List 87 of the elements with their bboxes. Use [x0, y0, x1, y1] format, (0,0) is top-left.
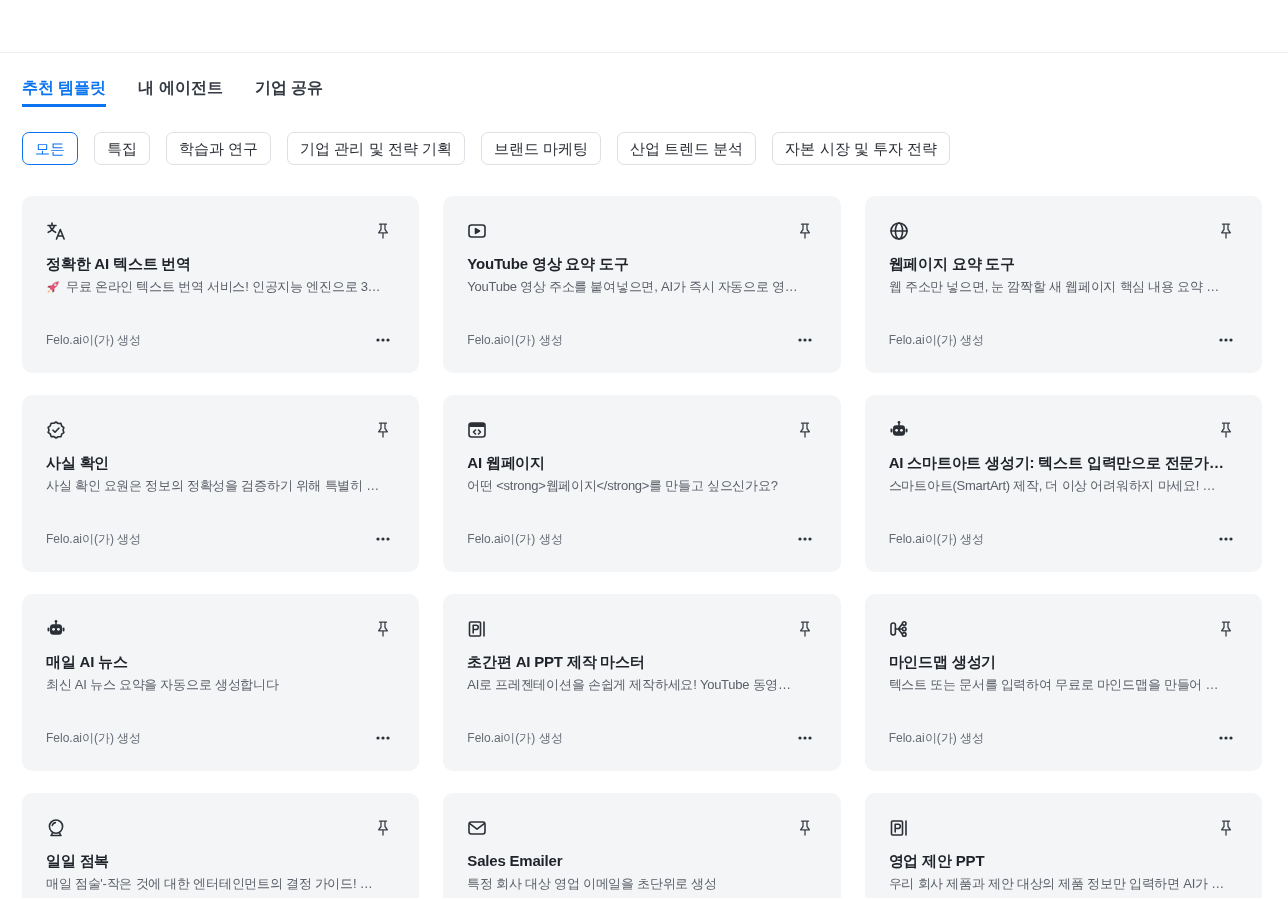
card-description: 최신 AI 뉴스 요약을 자동으로 생성합니다	[46, 676, 280, 694]
card-description: 특정 회사 대상 영업 이메일을 초단위로 생성	[467, 875, 718, 893]
pin-icon[interactable]	[1219, 820, 1233, 836]
card-title: 웹페이지 요약 도구	[888, 254, 1016, 274]
template-card[interactable]: Sales Emailer 특정 회사 대상 영업 이메일을 초단위로 생성	[443, 793, 841, 898]
template-card[interactable]: 웹페이지 요약 도구 웹 주소만 넣으면, 눈 깜짝할 새 웹페이지 핵심 내용 요약 … Felo.ai이(가) 생성	[864, 196, 1262, 373]
template-card[interactable]: 마인드맵 생성기 텍스트 또는 문서를 입력하여 무료로 마인드맵을 만들어 … Felo.ai이(가) 생성	[864, 594, 1262, 771]
author-label: Felo.ai이(가) 생성	[888, 332, 984, 349]
pin-icon[interactable]	[376, 223, 391, 239]
more-icon[interactable]	[376, 736, 391, 740]
envelope-icon	[467, 818, 488, 838]
more-icon[interactable]	[797, 338, 812, 342]
check-badge-icon	[46, 420, 66, 440]
play-icon	[467, 221, 488, 241]
rocket-icon	[46, 280, 60, 294]
card-title: 매일 AI 뉴스	[46, 652, 129, 672]
template-card[interactable]: 초간편 AI PPT 제작 마스터 AI로 프레젠테이션을 손쉽게 제작하세요! YouTube 동영… Felo.ai이(가) 생성	[443, 594, 841, 771]
tab[interactable]: 내 에이전트	[138, 76, 223, 107]
author-label: Felo.ai이(가) 생성	[46, 332, 142, 349]
card-description: 사실 확인 요원은 정보의 정확성을 검증하기 위해 특별히 …	[46, 477, 380, 495]
filter-chip[interactable]: 브랜드 마케팅	[480, 132, 601, 165]
template-card[interactable]: YouTube 영상 요약 도구 YouTube 영상 주소를 붙여넣으면, AI가 즉시 자동으로 영… Felo.ai이(가) 생성	[443, 196, 841, 373]
card-title: 초간편 AI PPT 제작 마스터	[467, 652, 646, 672]
globe-icon	[888, 221, 909, 241]
author-label: Felo.ai이(가) 생성	[467, 531, 563, 548]
crystal-ball-icon	[46, 818, 66, 838]
card-description: 스마트아트(SmartArt) 제작, 더 이상 어려워하지 마세요! …	[888, 477, 1217, 495]
pin-icon[interactable]	[797, 223, 812, 239]
slides-icon	[467, 619, 488, 639]
card-description: YouTube 영상 주소를 붙여넣으면, AI가 즉시 자동으로 영…	[467, 278, 799, 296]
more-icon[interactable]	[1219, 537, 1233, 541]
card-title: AI 웹페이지	[467, 453, 547, 473]
pin-icon[interactable]	[797, 422, 812, 438]
more-icon[interactable]	[376, 537, 391, 541]
pin-icon[interactable]	[797, 621, 812, 637]
tab[interactable]: 기업 공유	[254, 76, 324, 107]
code-window-icon	[467, 420, 488, 440]
pin-icon[interactable]	[1219, 621, 1233, 637]
author-label: Felo.ai이(가) 생성	[46, 531, 142, 548]
card-title: AI 스마트아트 생성기: 텍스트 입력만으로 전문가…	[888, 453, 1225, 473]
translate-icon	[46, 221, 66, 241]
card-title: 정확한 AI 텍스트 번역	[46, 254, 192, 274]
template-card[interactable]: 정확한 AI 텍스트 번역 무료 온라인 텍스트 번역 서비스! 인공지능 엔진으로 3… Felo.ai이(가) 생성	[22, 196, 420, 373]
filter-chip[interactable]: 기업 관리 및 전략 기획	[287, 132, 465, 165]
author-label: Felo.ai이(가) 생성	[467, 730, 563, 747]
card-title: 일일 점복	[46, 851, 111, 871]
card-description: 우리 회사 제품과 제안 대상의 제품 정보만 입력하면 AI가 …	[888, 875, 1225, 893]
filter-chip[interactable]: 산업 트렌드 분석	[617, 132, 757, 165]
author-label: Felo.ai이(가) 생성	[888, 730, 984, 747]
card-description: 어떤 <strong>웹페이지</strong>를 만들고 싶으신가요?	[467, 477, 779, 495]
pin-icon[interactable]	[1219, 422, 1233, 438]
card-title: 마인드맵 생성기	[888, 652, 998, 672]
author-label: Felo.ai이(가) 생성	[467, 332, 563, 349]
filter-chip[interactable]: 모든	[22, 132, 78, 165]
author-label: Felo.ai이(가) 생성	[888, 531, 984, 548]
filter-chip[interactable]: 학습과 연구	[166, 132, 272, 165]
template-card[interactable]: 일일 점복 매일 점술'-작은 것에 대한 엔터테인먼트의 결정 가이드! …	[22, 793, 420, 898]
pin-icon[interactable]	[376, 422, 391, 438]
more-icon[interactable]	[1219, 338, 1233, 342]
slides-icon	[888, 818, 909, 838]
author-label: Felo.ai이(가) 생성	[46, 730, 142, 747]
more-icon[interactable]	[1219, 736, 1233, 740]
template-card[interactable]: AI 스마트아트 생성기: 텍스트 입력만으로 전문가… 스마트아트(SmartArt) 제작, 더 이상 어려워하지 마세요! … Felo.ai이(가) 생성	[864, 395, 1262, 572]
card-description: 텍스트 또는 문서를 입력하여 무료로 마인드맵을 만들어 …	[888, 676, 1220, 694]
card-description: AI로 프레젠테이션을 손쉽게 제작하세요! YouTube 동영…	[467, 676, 792, 694]
card-description: 무료 온라인 텍스트 번역 서비스! 인공지능 엔진으로 3…	[66, 278, 381, 296]
card-title: 영업 제안 PPT	[888, 851, 986, 871]
template-card[interactable]: 매일 AI 뉴스 최신 AI 뉴스 요약을 자동으로 생성합니다 Felo.ai이(가) 생성	[22, 594, 420, 771]
more-icon[interactable]	[797, 537, 812, 541]
pin-icon[interactable]	[376, 621, 391, 637]
template-card[interactable]: 사실 확인 사실 확인 요원은 정보의 정확성을 검증하기 위해 특별히 … Felo.ai이(가) 생성	[22, 395, 420, 572]
more-icon[interactable]	[376, 338, 391, 342]
tab[interactable]: 추천 템플릿	[22, 76, 107, 107]
card-title: 사실 확인	[46, 453, 111, 473]
more-icon[interactable]	[797, 736, 812, 740]
pin-icon[interactable]	[376, 820, 391, 836]
card-title: YouTube 영상 요약 도구	[467, 254, 630, 274]
mind-map-icon	[888, 619, 909, 639]
card-description: 웹 주소만 넣으면, 눈 깜짝할 새 웹페이지 핵심 내용 요약 …	[888, 278, 1220, 296]
template-card[interactable]: AI 웹페이지 어떤 <strong>웹페이지</strong>를 만들고 싶으신가요? Felo.ai이(가) 생성	[443, 395, 841, 572]
template-card[interactable]: 영업 제안 PPT 우리 회사 제품과 제안 대상의 제품 정보만 입력하면 AI가 …	[864, 793, 1262, 898]
card-description: 매일 점술'-작은 것에 대한 엔터테인먼트의 결정 가이드! …	[46, 875, 374, 893]
filter-chip[interactable]: 자본 시장 및 투자 전략	[772, 132, 951, 165]
pin-icon[interactable]	[797, 820, 812, 836]
filter-chip[interactable]: 특집	[94, 132, 150, 165]
card-title: Sales Emailer	[467, 851, 564, 871]
pin-icon[interactable]	[1219, 223, 1233, 239]
